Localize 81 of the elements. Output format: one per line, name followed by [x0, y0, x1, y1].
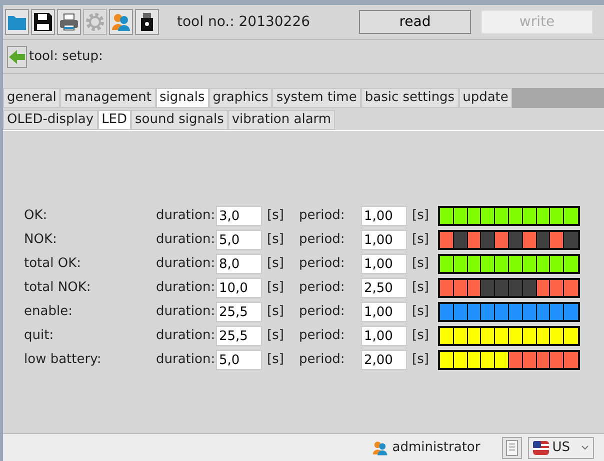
period-field[interactable]: 1,00 [361, 326, 407, 346]
signal-label: low battery: [24, 351, 102, 370]
users-icon [372, 440, 388, 456]
signal-label: NOK: [24, 231, 58, 250]
tab[interactable]: graphics [208, 88, 272, 108]
tab[interactable]: OLED-display [3, 110, 98, 130]
field-label: duration: [156, 327, 216, 346]
folder-icon [7, 13, 27, 31]
action-button[interactable]: read [359, 10, 471, 34]
unit-label: [s] [266, 231, 285, 250]
user-name: administrator [392, 438, 480, 457]
field-label: period: [299, 207, 346, 226]
save-button[interactable] [31, 9, 55, 35]
tab[interactable]: vibration alarm [228, 110, 336, 130]
document-icon [506, 440, 518, 456]
period-field[interactable]: 1,00 [361, 302, 407, 322]
language-dropdown[interactable]: US [528, 436, 594, 458]
unit-label: [s] [266, 279, 285, 298]
duration-field[interactable]: 8,0 [216, 254, 262, 274]
period-field[interactable]: 1,00 [361, 230, 407, 250]
tab[interactable]: sound signals [131, 110, 228, 130]
field-label: duration: [156, 279, 216, 298]
caret-icon [581, 444, 589, 450]
usb-stick-button[interactable] [135, 9, 159, 35]
tab[interactable]: basic settings [360, 88, 459, 108]
field-label: period: [299, 231, 346, 250]
field-label: period: [299, 327, 346, 346]
field-label: duration: [156, 207, 216, 226]
signal-label: OK: [24, 207, 48, 226]
tab[interactable]: management [60, 88, 156, 108]
field-label: period: [299, 351, 346, 370]
unit-label: [s] [266, 351, 285, 370]
duration-field[interactable]: 5,0 [216, 230, 262, 250]
field-label: duration: [156, 231, 216, 250]
duration-field[interactable]: 25,5 [216, 326, 262, 346]
usb-stick-icon [139, 12, 155, 32]
duration-field[interactable]: 3,0 [216, 206, 262, 226]
field-label: period: [299, 279, 346, 298]
unit-label: [s] [266, 207, 285, 226]
tab[interactable]: general [3, 88, 60, 108]
period-field[interactable]: 1,00 [361, 206, 407, 226]
tab[interactable]: signals [156, 88, 209, 108]
tab[interactable]: update [458, 88, 512, 108]
unit-label: [s] [411, 351, 430, 370]
tab[interactable]: system time [272, 88, 361, 108]
duration-field[interactable]: 25,5 [216, 302, 262, 322]
field-label: period: [299, 255, 346, 274]
field-label: duration: [156, 351, 216, 370]
flag-icon [533, 440, 550, 454]
unit-label: [s] [266, 327, 285, 346]
save-icon [33, 12, 53, 32]
users-icon [111, 12, 131, 32]
field-label: duration: [156, 303, 216, 322]
unit-label: [s] [266, 303, 285, 322]
period-field[interactable]: 1,00 [361, 254, 407, 274]
field-label: period: [299, 303, 346, 322]
tool-number: tool no.: 20130226 [177, 12, 312, 32]
duration-field[interactable]: 10,0 [216, 278, 262, 298]
unit-label: [s] [411, 231, 430, 250]
period-field[interactable]: 2,50 [361, 278, 407, 298]
back-button[interactable] [7, 46, 27, 68]
gear-icon [85, 12, 105, 32]
breadcrumb-text: tool: setup: [29, 48, 103, 66]
signal-label: enable: [24, 303, 74, 322]
unit-label: [s] [411, 303, 430, 322]
unit-label: [s] [411, 255, 430, 274]
duration-field[interactable]: 5,0 [216, 350, 262, 370]
printer-icon [59, 12, 79, 32]
period-field[interactable]: 2,00 [361, 350, 407, 370]
signal-label: quit: [24, 327, 55, 346]
signal-label: total OK: [24, 255, 82, 274]
unit-label: [s] [411, 279, 430, 298]
field-label: duration: [156, 255, 216, 274]
printer-button[interactable] [57, 9, 81, 35]
tab[interactable]: LED [98, 110, 132, 130]
signal-label: total NOK: [24, 279, 92, 298]
unit-label: [s] [411, 207, 430, 226]
document-button[interactable] [502, 436, 522, 458]
unit-label: [s] [266, 255, 285, 274]
back-arrow-icon [8, 48, 26, 64]
unit-label: [s] [411, 327, 430, 346]
